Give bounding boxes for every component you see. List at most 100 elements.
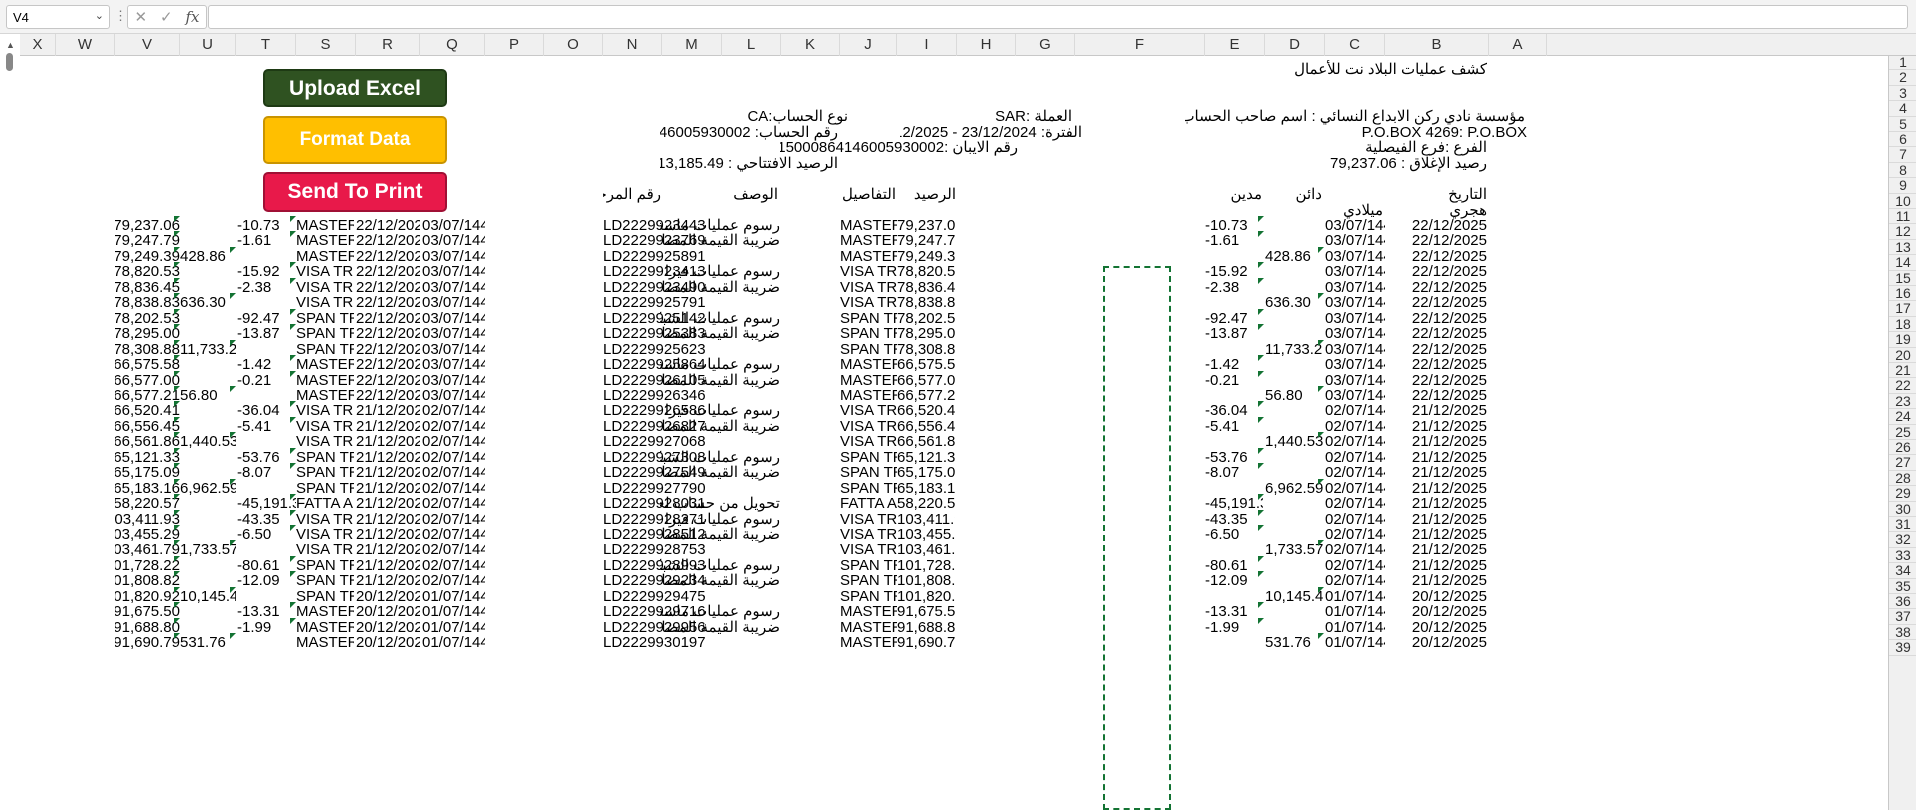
- txn-debit-copy[interactable]: -6.50: [237, 525, 296, 544]
- row-header-38[interactable]: 38: [1889, 624, 1916, 641]
- row-header-15[interactable]: 15: [1889, 270, 1916, 286]
- header-description[interactable]: الوصف: [722, 185, 778, 204]
- txn-details-copy[interactable]: MASTER T: [296, 633, 354, 652]
- txn-debit-copy[interactable]: -13.87: [237, 324, 296, 343]
- insert-function-icon[interactable]: fx: [186, 8, 200, 26]
- txn-hijri-copy[interactable]: 01/07/1447: [422, 633, 485, 652]
- txn-debit-copy[interactable]: -0.21: [237, 371, 296, 390]
- txn-debit[interactable]: -13.87: [1205, 324, 1263, 343]
- row-header-11[interactable]: 11: [1889, 208, 1916, 225]
- column-header-m[interactable]: M: [662, 34, 722, 56]
- txn-debit[interactable]: -1.99: [1205, 618, 1263, 637]
- txn-details[interactable]: MASTER T: [840, 633, 897, 652]
- txn-balance-copy[interactable]: 91,690.79: [115, 633, 180, 652]
- column-header-q[interactable]: Q: [420, 34, 485, 56]
- row-header-22[interactable]: 22: [1889, 377, 1916, 394]
- txn-date[interactable]: 20/12/2025: [1400, 633, 1487, 652]
- txn-credit[interactable]: 11,733.29: [1265, 340, 1323, 359]
- row-header-9[interactable]: 9: [1889, 177, 1916, 194]
- txn-credit[interactable]: 1,440.53: [1265, 432, 1323, 451]
- txn-debit-copy[interactable]: -5.41: [237, 417, 296, 436]
- row-header-18[interactable]: 18: [1889, 316, 1916, 333]
- txn-credit-copy[interactable]: 11,733.29: [180, 340, 236, 359]
- row-header-10[interactable]: 10: [1889, 193, 1916, 209]
- row-header-25[interactable]: 25: [1889, 424, 1916, 440]
- txn-debit[interactable]: -8.07: [1205, 463, 1263, 482]
- txn-credit-copy[interactable]: 636.30: [180, 293, 236, 312]
- header-details[interactable]: التفاصيل: [840, 185, 896, 204]
- header-reference[interactable]: رقم المرجع: [603, 185, 661, 204]
- txn-date-copy[interactable]: 20/12/2025: [356, 633, 420, 652]
- format-data-button[interactable]: Format Data: [263, 116, 447, 164]
- column-header-b[interactable]: B: [1385, 34, 1489, 56]
- row-header-31[interactable]: 31: [1889, 516, 1916, 533]
- row-header-8[interactable]: 8: [1889, 162, 1916, 179]
- scroll-thumb[interactable]: [6, 53, 13, 71]
- row-header-2[interactable]: 2: [1889, 69, 1916, 86]
- txn-debit[interactable]: -1.61: [1205, 231, 1263, 250]
- txn-debit-copy[interactable]: -2.38: [237, 278, 296, 297]
- row-header-5[interactable]: 5: [1889, 116, 1916, 132]
- row-header-1[interactable]: 1: [1889, 54, 1916, 71]
- txn-credit-copy[interactable]: 56.80: [180, 386, 236, 405]
- header-debit[interactable]: مدين: [1205, 185, 1262, 204]
- column-header-t[interactable]: T: [236, 34, 296, 56]
- vertical-scrollbar[interactable]: ▲: [0, 34, 20, 810]
- closing-balance[interactable]: رصيد الإغلاق : 79,237.06: [1300, 154, 1487, 173]
- row-header-19[interactable]: 19: [1889, 331, 1916, 348]
- txn-hijri[interactable]: 01/07/1447: [1325, 633, 1385, 652]
- row-header-17[interactable]: 17: [1889, 300, 1916, 317]
- row-header-24[interactable]: 24: [1889, 408, 1916, 425]
- txn-debit-copy[interactable]: -1.61: [237, 231, 296, 250]
- row-header-32[interactable]: 32: [1889, 531, 1916, 548]
- row-header-34[interactable]: 34: [1889, 562, 1916, 579]
- row-header-30[interactable]: 30: [1889, 501, 1916, 517]
- column-header-x[interactable]: X: [20, 34, 56, 56]
- txn-balance[interactable]: 91,690.79: [897, 633, 955, 652]
- name-box[interactable]: V4 ⌄: [6, 5, 110, 29]
- txn-credit[interactable]: 6,962.59: [1265, 479, 1323, 498]
- txn-debit[interactable]: -6.50: [1205, 525, 1263, 544]
- enter-icon[interactable]: ✓: [160, 8, 173, 26]
- txn-credit-copy[interactable]: 6,962.59: [180, 479, 236, 498]
- opening-balance[interactable]: الرصيد الافتتاحي : 213,185.49: [660, 154, 838, 173]
- txn-debit[interactable]: -0.21: [1205, 371, 1263, 390]
- row-header-13[interactable]: 13: [1889, 239, 1916, 256]
- txn-credit[interactable]: 1,733.57: [1265, 540, 1323, 559]
- row-header-33[interactable]: 33: [1889, 547, 1916, 564]
- txn-debit[interactable]: -5.41: [1205, 417, 1263, 436]
- column-header-d[interactable]: D: [1265, 34, 1325, 56]
- chevron-down-icon[interactable]: ⌄: [95, 9, 104, 22]
- column-header-r[interactable]: R: [356, 34, 420, 56]
- column-header-w[interactable]: W: [56, 34, 115, 56]
- txn-credit-copy[interactable]: 10,145.42: [180, 587, 236, 606]
- header-balance[interactable]: الرصيد: [900, 185, 956, 204]
- column-header-e[interactable]: E: [1205, 34, 1265, 56]
- row-header-37[interactable]: 37: [1889, 608, 1916, 625]
- row-header-4[interactable]: 4: [1889, 100, 1916, 117]
- row-header-6[interactable]: 6: [1889, 131, 1916, 148]
- row-header-12[interactable]: 12: [1889, 223, 1916, 240]
- column-header-u[interactable]: U: [180, 34, 236, 56]
- row-header-21[interactable]: 21: [1889, 362, 1916, 379]
- txn-credit-copy[interactable]: 1,440.53: [180, 432, 236, 451]
- formula-input[interactable]: [208, 5, 1908, 29]
- row-header-14[interactable]: 14: [1889, 254, 1916, 271]
- txn-credit[interactable]: 636.30: [1265, 293, 1323, 312]
- txn-reference[interactable]: LD2229930197: [603, 633, 720, 652]
- row-header-3[interactable]: 3: [1889, 85, 1916, 102]
- column-header-p[interactable]: P: [485, 34, 544, 56]
- statement-title[interactable]: كشف عمليات البلاد نت للأعمال: [1250, 60, 1487, 79]
- row-header-20[interactable]: 20: [1889, 347, 1916, 363]
- column-header-j[interactable]: J: [840, 34, 897, 56]
- header-credit[interactable]: دائن: [1265, 185, 1322, 204]
- txn-credit-copy[interactable]: 428.86: [180, 247, 236, 266]
- more-icon[interactable]: ⋮: [114, 8, 127, 24]
- column-header-a[interactable]: A: [1489, 34, 1547, 56]
- column-header-n[interactable]: N: [603, 34, 662, 56]
- column-header-c[interactable]: C: [1325, 34, 1385, 56]
- txn-credit[interactable]: 531.76: [1265, 633, 1323, 652]
- row-header-35[interactable]: 35: [1889, 578, 1916, 594]
- txn-credit-copy[interactable]: 1,733.57: [180, 540, 236, 559]
- txn-credit[interactable]: 56.80: [1265, 386, 1323, 405]
